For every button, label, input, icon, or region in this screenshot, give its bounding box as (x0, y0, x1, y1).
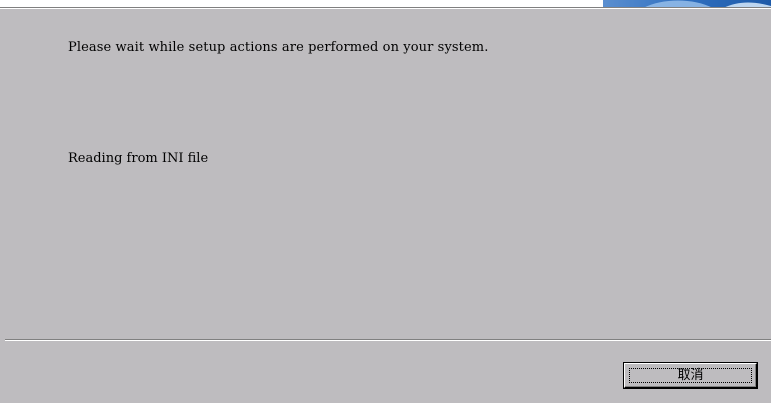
focus-rectangle: 取消 (629, 368, 752, 383)
footer-divider-highlight (5, 340, 771, 341)
wait-message: Please wait while setup actions are perf… (68, 40, 489, 55)
cancel-button[interactable]: 取消 (624, 363, 757, 388)
cancel-button-label: 取消 (677, 368, 704, 383)
header-divider-highlight (0, 8, 771, 9)
status-text: Reading from INI file (68, 151, 209, 166)
setup-wizard-window: Please wait while setup actions are perf… (0, 0, 771, 403)
